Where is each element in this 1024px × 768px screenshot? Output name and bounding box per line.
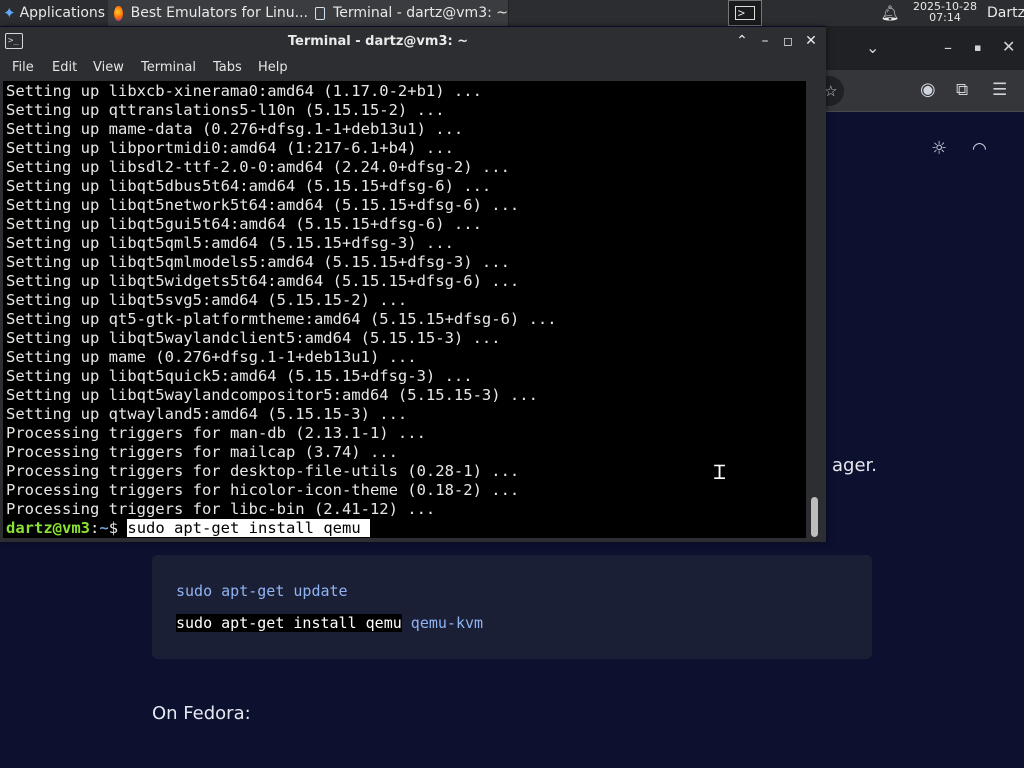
clock[interactable]: 2025-10-28 07:14 (904, 1, 986, 23)
terminal-line: Setting up libqt5dbus5t64:amd64 (5.15.15… (6, 177, 492, 195)
browser-tabbar: ⌄ – ▪ ✕ (826, 26, 1024, 70)
terminal-line: Setting up libqt5waylandclient5:amd64 (5… (6, 329, 501, 347)
terminal-command-input[interactable]: sudo apt-get install qemu (127, 519, 370, 537)
terminal-line: Setting up libqt5qmlmodels5:amd64 (5.15.… (6, 253, 510, 271)
terminal-output-lines: Setting up libxcb-xinerama0:amd64 (1.17.… (6, 82, 557, 519)
code-selected-text: sudo apt-get install qemu (176, 614, 402, 632)
taskbar-item-terminal[interactable]: Terminal - dartz@vm3: ~ (308, 0, 509, 26)
minimize-icon[interactable]: – (756, 32, 774, 50)
chevron-down-icon[interactable]: ⌄ (866, 40, 879, 56)
terminal-line: Setting up libqt5network5t64:amd64 (5.15… (6, 196, 520, 214)
maximize-icon[interactable]: ▪ (974, 40, 981, 56)
terminal-line: Setting up libqt5waylandcompositor5:amd6… (6, 386, 538, 404)
bell-icon: 🔔︎ (880, 4, 900, 22)
user-menu[interactable]: Dartz (987, 0, 1024, 26)
menu-edit[interactable]: Edit (52, 60, 77, 75)
notifications-bell[interactable]: 🔔︎ (880, 0, 900, 26)
minimize-icon[interactable]: – (944, 40, 952, 56)
fedora-heading: On Fedora: (152, 703, 251, 724)
applications-icon: ✦ (3, 4, 16, 22)
applications-label: Applications (19, 5, 106, 21)
browser-toolbar: ◉ ⧉ ☰ (826, 70, 1024, 112)
terminal-line: Setting up mame-data (0.276+dfsg.1-1+deb… (6, 120, 464, 138)
menu-file[interactable]: File (12, 60, 34, 75)
clock-time: 07:14 (929, 11, 961, 24)
prompt-user: dartz@vm3 (6, 519, 90, 537)
prompt-symbol: $ (108, 519, 128, 537)
terminal-launcher[interactable]: >_ (728, 0, 762, 26)
menu-terminal[interactable]: Terminal (141, 60, 196, 75)
terminal-icon (315, 6, 326, 20)
top-panel: ✦ Applications ⋮ Best Emulators for Linu… (0, 0, 1024, 26)
menu-help[interactable]: Help (258, 60, 288, 75)
terminal-prompt-line[interactable]: dartz@vm3:~$ sudo apt-get install qemu (6, 519, 370, 538)
taskbar-item-terminal-label: Terminal - dartz@vm3: ~ (333, 5, 508, 21)
terminal-line: Setting up libqt5quick5:amd64 (5.15.15+d… (6, 367, 473, 385)
menu-view[interactable]: View (93, 60, 124, 75)
code-block (152, 555, 872, 659)
text-cursor-icon: Ɪ (714, 460, 726, 484)
terminal-line: Processing triggers for libc-bin (2.41-1… (6, 500, 436, 518)
terminal-line: Setting up qtwayland5:amd64 (5.15.15-3) … (6, 405, 408, 423)
theme-toggle-icon[interactable]: ☼ (931, 140, 947, 158)
bookmark-star-icon[interactable]: ☆ (824, 83, 837, 99)
extensions-icon[interactable]: ⧉ (956, 82, 968, 99)
terminal-line: Setting up libqt5widgets5t64:amd64 (5.15… (6, 272, 520, 290)
terminal-line: Processing triggers for desktop-file-uti… (6, 462, 520, 480)
terminal-scrollbar[interactable] (806, 81, 826, 538)
menu-tabs[interactable]: Tabs (213, 60, 242, 75)
terminal-launcher-icon: >_ (734, 6, 756, 20)
terminal-line: Setting up libxcb-xinerama0:amd64 (1.17.… (6, 82, 482, 100)
code-line-install: sudo apt-get install qemu qemu-kvm (176, 614, 483, 632)
terminal-line: Setting up libportmidi0:amd64 (1:217-6.1… (6, 139, 454, 157)
code-line-update: sudo apt-get update (176, 582, 348, 600)
terminal-scrollbar-thumb[interactable] (811, 497, 818, 537)
firefox-icon (114, 5, 123, 21)
applications-menu[interactable]: ✦ Applications ⋮ (0, 0, 108, 26)
close-icon[interactable]: ✕ (802, 32, 820, 50)
maximize-icon[interactable]: ◻ (779, 32, 797, 50)
terminal-menubar: File Edit View Terminal Tabs Help (0, 57, 826, 81)
prompt-colon: : (90, 519, 100, 537)
terminal-window: >_ Terminal - dartz@vm3: ~ ⌃ – ◻ ✕ File … (0, 27, 826, 542)
terminal-title: Terminal - dartz@vm3: ~ (287, 34, 469, 49)
code-rest-text: qemu-kvm (401, 614, 484, 632)
terminal-line: Setting up qt5-gtk-platformtheme:amd64 (… (6, 310, 557, 328)
close-icon[interactable]: ✕ (1002, 39, 1015, 55)
terminal-output[interactable]: Setting up libxcb-xinerama0:amd64 (1.17.… (3, 81, 806, 538)
shade-icon[interactable]: ⌃ (733, 32, 751, 50)
terminal-line: Setting up libqt5gui5t64:amd64 (5.15.15+… (6, 215, 482, 233)
account-icon[interactable]: ◉ (920, 81, 936, 99)
terminal-line: Setting up libqt5svg5:amd64 (5.15.15-2) … (6, 291, 408, 309)
prompt-path: ~ (99, 519, 109, 537)
taskbar-item-browser-label: Best Emulators for Linu... (130, 5, 308, 21)
terminal-line: Setting up libqt5qml5:amd64 (5.15.15+dfs… (6, 234, 454, 252)
terminal-line: Processing triggers for man-db (2.13.1-1… (6, 424, 426, 442)
terminal-line: Processing triggers for mailcap (3.74) .… (6, 443, 398, 461)
browser-divider (826, 111, 1024, 112)
menu-icon[interactable]: ☰ (992, 82, 1007, 99)
terminal-titlebar[interactable]: >_ Terminal - dartz@vm3: ~ ⌃ – ◻ ✕ (0, 27, 826, 57)
terminal-line: Processing triggers for hicolor-icon-the… (6, 481, 520, 499)
rss-icon[interactable]: ◠ (972, 141, 987, 158)
article-paragraph-fragment: ager. (832, 455, 877, 476)
taskbar-item-browser[interactable]: Best Emulators for Linu... (108, 0, 309, 26)
terminal-line: Setting up mame (0.276+dfsg.1-1+deb13u1)… (6, 348, 417, 366)
terminal-line: Setting up libsdl2-ttf-2.0-0:amd64 (2.24… (6, 158, 510, 176)
terminal-line: Setting up qttranslations5-l10n (5.15.15… (6, 101, 445, 119)
